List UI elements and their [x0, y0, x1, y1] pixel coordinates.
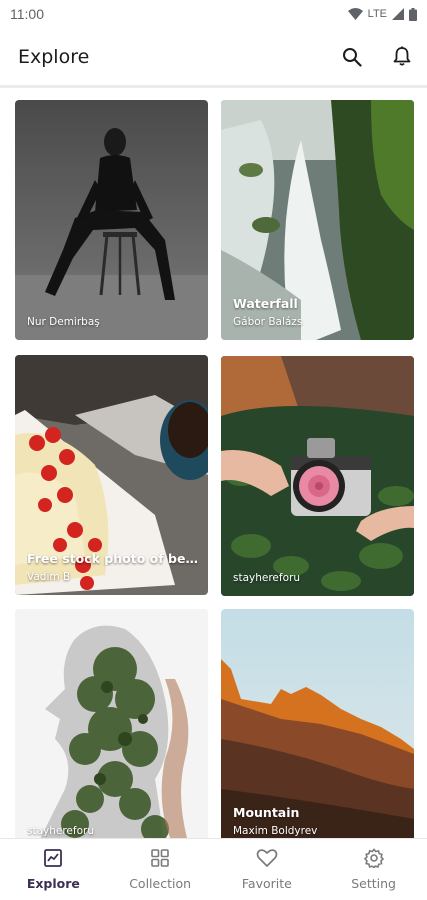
photo-author: Gábor Balázs: [233, 316, 303, 328]
search-button[interactable]: [341, 46, 363, 68]
nav-item-explore[interactable]: Explore: [0, 839, 107, 900]
photo-image: [15, 609, 208, 840]
notifications-button[interactable]: [391, 46, 413, 68]
photo-caption: stayhereforu: [27, 820, 200, 837]
photo-image: [221, 356, 414, 596]
photo-author: stayhereforu: [27, 825, 94, 837]
photo-card[interactable]: Waterfall Gábor Balázs: [221, 100, 414, 340]
bell-icon: [393, 46, 411, 66]
nav-label: Setting: [351, 876, 396, 891]
nav-label: Favorite: [241, 876, 292, 891]
photo-card[interactable]: Mountain Maxim Boldyrev: [221, 609, 414, 840]
photo-caption: Free stock photo of berr... Vadim B: [27, 551, 200, 583]
photo-title: Mountain: [233, 805, 300, 820]
photo-image: [15, 100, 208, 340]
bottom-navigation: Explore Collection Favorite Setting: [0, 838, 427, 900]
nav-item-collection[interactable]: Collection: [107, 839, 214, 900]
network-type: LTE: [367, 8, 387, 20]
search-icon: [343, 47, 362, 67]
grid-icon: [151, 849, 169, 867]
wifi-icon: [347, 8, 363, 20]
app-bar: Explore: [0, 28, 427, 88]
photo-card[interactable]: stayhereforu: [221, 356, 414, 596]
nav-item-favorite[interactable]: Favorite: [214, 839, 321, 900]
photo-author: Maxim Boldyrev: [233, 825, 318, 837]
photo-caption: stayhereforu: [233, 567, 406, 584]
photo-card[interactable]: Nur Demirbaş: [15, 100, 208, 340]
photo-title: Free stock photo of berr...: [27, 551, 200, 566]
photo-author: stayhereforu: [233, 572, 300, 584]
nav-label: Explore: [26, 876, 80, 891]
status-icons: LTE: [347, 7, 417, 21]
chart-icon: [44, 849, 63, 867]
signal-icon: [392, 8, 404, 20]
photo-title: Waterfall: [233, 296, 298, 311]
photo-caption: Waterfall Gábor Balázs: [233, 296, 406, 328]
photo-author: Nur Demirbaş: [27, 316, 100, 328]
status-bar: 11:00 LTE: [0, 0, 427, 28]
photo-grid: Nur Demirbaş Waterfall Gábor Balázs Free…: [0, 100, 427, 840]
photo-card[interactable]: Free stock photo of berr... Vadim B: [15, 355, 208, 595]
heart-icon: [256, 849, 278, 867]
status-time: 11:00: [10, 6, 44, 22]
photo-author: Vadim B: [27, 571, 71, 583]
nav-item-setting[interactable]: Setting: [320, 839, 427, 900]
nav-label: Collection: [129, 876, 192, 891]
battery-icon: [409, 7, 417, 21]
photo-caption: Nur Demirbaş: [27, 311, 200, 328]
photo-caption: Mountain Maxim Boldyrev: [233, 805, 406, 837]
page-title: Explore: [18, 45, 90, 68]
photo-card[interactable]: stayhereforu: [15, 609, 208, 840]
app-bar-actions: [341, 46, 413, 68]
gear-icon: [363, 848, 384, 868]
